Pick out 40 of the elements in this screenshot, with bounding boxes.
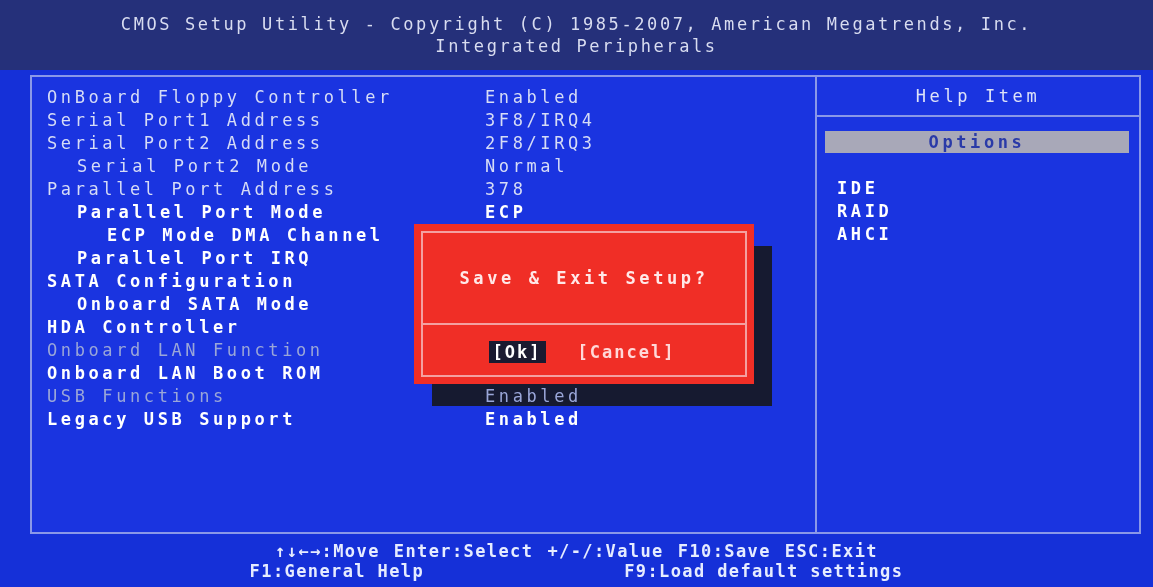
setting-value[interactable]: Enabled [485, 385, 582, 406]
key-hint: +/-/:Value [547, 540, 664, 561]
setting-value[interactable]: 2F8/IRQ3 [485, 132, 596, 153]
setting-value[interactable]: Enabled [485, 408, 582, 429]
page-title: Integrated Peripherals [435, 36, 718, 56]
key-hint: F10:Save [677, 540, 771, 561]
option-text: RAID [837, 200, 894, 223]
setting-value[interactable]: ECP [485, 201, 527, 222]
setting-label[interactable]: Legacy USB Support [47, 408, 297, 429]
setting-label[interactable]: OnBoard Floppy Controller [47, 86, 393, 107]
key-hint: ESC:Exit [784, 540, 878, 561]
setting-label[interactable]: Parallel Port Address [47, 178, 338, 199]
setting-label[interactable]: Onboard LAN Boot ROM [47, 362, 324, 383]
setting-label[interactable]: Serial Port2 Address [47, 132, 324, 153]
setting-value[interactable]: Enabled [485, 86, 582, 107]
setting-label[interactable]: Parallel Port IRQ [77, 247, 313, 268]
setting-label[interactable]: HDA Controller [47, 316, 241, 337]
setting-label[interactable]: Parallel Port Mode [77, 201, 327, 222]
option-text: IDE [837, 177, 880, 200]
setting-label[interactable]: Serial Port1 Address [47, 109, 324, 130]
key-hint: ↑↓←→:Move [275, 540, 380, 561]
dialog-button[interactable]: [Ok] [488, 341, 546, 363]
setting-label[interactable]: Onboard SATA Mode [77, 293, 313, 314]
setting-label[interactable]: Serial Port2 Mode [77, 155, 313, 176]
dialog-button[interactable]: [Cancel] [573, 341, 680, 363]
help-title: Help Item [817, 77, 1139, 117]
utility-title: CMOS Setup Utility - Copyright (C) 1985-2007, American Megatrends, Inc. [120, 14, 1033, 34]
dialog-message: Save & Exit Setup? [423, 233, 745, 325]
key-hint: F1:General Help [249, 560, 425, 581]
key-hint: Enter:Select [393, 540, 534, 561]
key-hint: F9:Load default settings [624, 560, 904, 581]
options-heading: Options [825, 131, 1129, 153]
setting-label[interactable]: SATA Configuration [47, 270, 297, 291]
setting-label[interactable]: Onboard LAN Function [47, 339, 324, 360]
setting-label[interactable]: USB Functions [47, 385, 227, 406]
option-text: AHCI [837, 223, 894, 246]
setting-value[interactable]: 378 [485, 178, 527, 199]
setting-label[interactable]: ECP Mode DMA Channel [107, 224, 384, 245]
setting-value[interactable]: 3F8/IRQ4 [485, 109, 596, 130]
setting-value[interactable]: Normal [485, 155, 568, 176]
